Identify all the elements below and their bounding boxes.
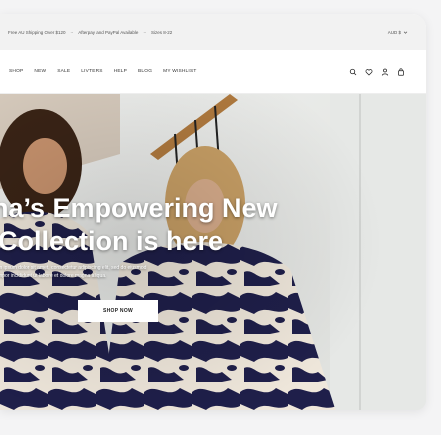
headline-line-1: na’s Empowering New (0, 193, 278, 223)
separator: ~ (70, 29, 74, 35)
subtext-line-2: mpor incididunt ut labore et dolore magn… (0, 273, 107, 279)
main-navigation: SHOP NEW SALE LIVTERS HELP BLOG MY WISHL… (0, 50, 426, 94)
nav-item-wishlist[interactable]: MY WISHLIST (163, 69, 196, 74)
hero-subtext: m ipsum dolor sit amet, consectetur adip… (0, 264, 258, 280)
currency-label: AUD $ (387, 29, 401, 35)
currency-selector[interactable]: AUD $ (388, 30, 408, 35)
chevron-down-icon (403, 31, 408, 34)
sizes-message: Sizes 8-22 (151, 29, 173, 35)
heart-icon[interactable] (365, 68, 373, 76)
hero-headline: na’s Empowering New Collection is here (0, 192, 278, 258)
shipping-message: Free AU Shipping Over $120 (8, 29, 66, 35)
nav-item-shop[interactable]: SHOP (9, 69, 23, 74)
nav-item-new[interactable]: NEW (34, 69, 46, 74)
browser-page: Free AU Shipping Over $120 ~ Afterpay an… (0, 14, 426, 410)
user-icon[interactable] (381, 68, 389, 76)
search-icon[interactable] (349, 68, 357, 76)
bag-icon[interactable] (397, 67, 405, 76)
announcement-bar: Free AU Shipping Over $120 ~ Afterpay an… (0, 14, 426, 50)
hero-banner: na’s Empowering New Collection is here m… (0, 94, 426, 410)
nav-item-sale[interactable]: SALE (57, 69, 70, 74)
separator: ~ (143, 29, 147, 35)
payment-message: Afterpay and PayPal Available (78, 29, 139, 35)
subtext-line-1: m ipsum dolor sit amet, consectetur adip… (0, 265, 147, 271)
nav-item-help[interactable]: HELP (114, 69, 127, 74)
nav-item-blog[interactable]: BLOG (138, 69, 152, 74)
nav-item-livters[interactable]: LIVTERS (81, 69, 102, 74)
headline-line-2: Collection is here (0, 226, 224, 256)
shop-now-button[interactable]: SHOP NOW (78, 300, 158, 322)
